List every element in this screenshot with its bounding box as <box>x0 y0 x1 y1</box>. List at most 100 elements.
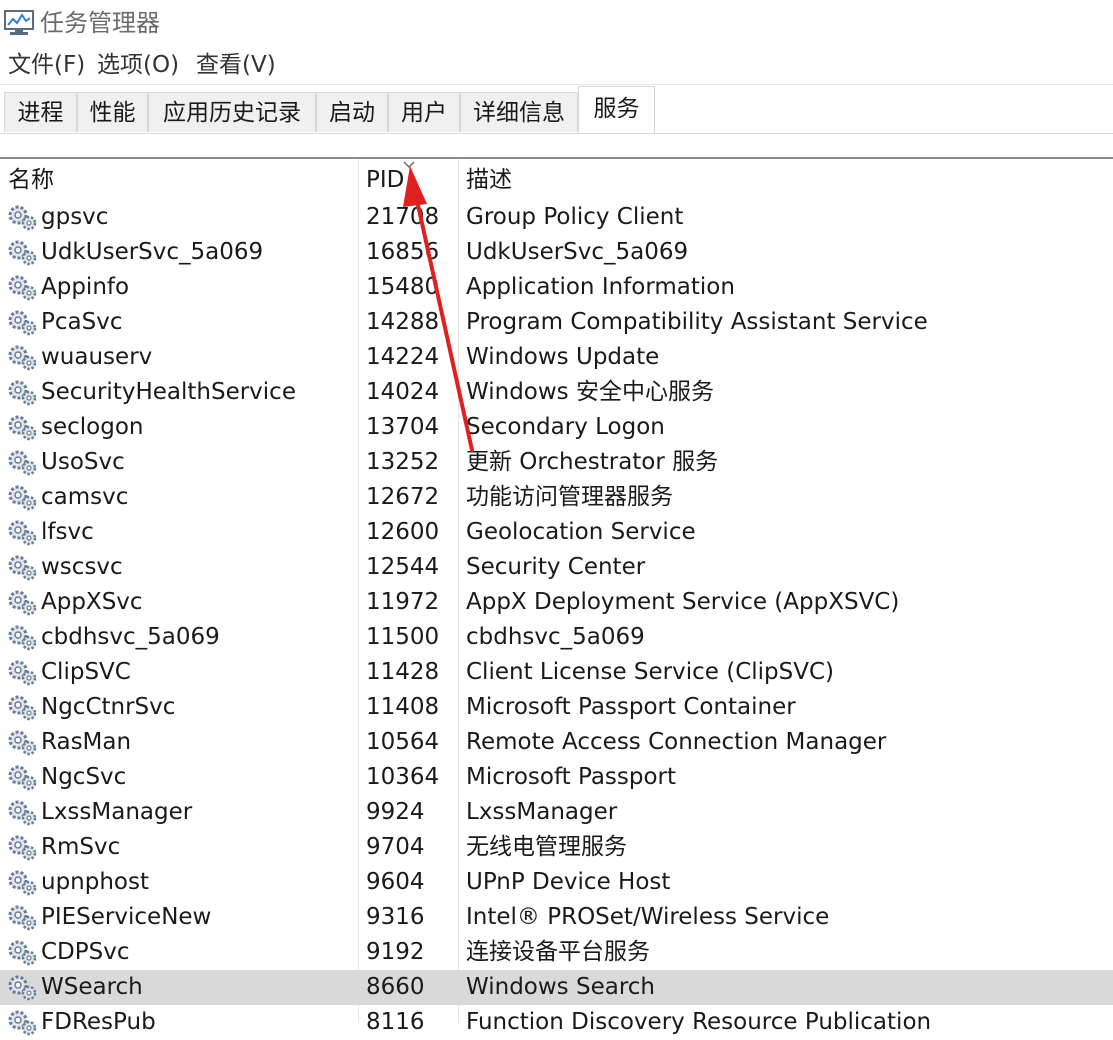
service-pid: 12600 <box>366 519 440 545</box>
tab-app-history[interactable]: 应用历史记录 <box>148 92 316 132</box>
service-pid: 8660 <box>366 974 425 1000</box>
service-pid: 15480 <box>366 274 440 300</box>
service-row[interactable]: NgcCtnrSvc 11408 Microsoft Passport Contai… <box>0 690 1113 725</box>
service-row[interactable]: cbdhsvc_5a069 11500 cbdhsvc_5a069 <box>0 620 1113 655</box>
service-pid: 12672 <box>366 484 440 510</box>
service-description: AppX Deployment Service (AppXSVC) <box>466 589 900 615</box>
service-gear-icon <box>8 1010 37 1036</box>
service-name: LxssManager <box>41 799 193 825</box>
service-pid: 9604 <box>366 869 425 895</box>
service-row[interactable]: wscsvc 12544 Security Center <box>0 550 1113 585</box>
service-description: Client License Service (ClipSVC) <box>466 659 835 685</box>
service-row[interactable]: NgcSvc 10364 Microsoft Passport <box>0 760 1113 795</box>
column-header-name[interactable]: 名称 <box>8 164 54 196</box>
service-name: cbdhsvc_5a069 <box>41 624 220 650</box>
service-description: Microsoft Passport Container <box>466 694 796 720</box>
menu-options[interactable]: 选项(O) <box>97 49 179 81</box>
menu-divider <box>0 84 1113 85</box>
service-row[interactable]: AppXSvc 11972 AppX Deployment Service (App… <box>0 585 1113 620</box>
service-description: 功能访问管理器服务 <box>466 484 673 510</box>
service-row[interactable]: gpsvc 21708 Group Policy Client <box>0 200 1113 235</box>
service-name: AppXSvc <box>41 589 143 615</box>
service-gear-icon <box>8 590 37 616</box>
service-row[interactable]: PIEServiceNew 9316 Intel® PROSet/Wireless … <box>0 900 1113 935</box>
service-description: Windows Update <box>466 344 660 370</box>
service-description: Microsoft Passport <box>466 764 677 790</box>
service-pid: 13704 <box>366 414 440 440</box>
service-pid: 11500 <box>366 624 440 650</box>
service-pid: 13252 <box>366 449 440 475</box>
service-row[interactable]: UdkUserSvc_5a069 16856 UdkUserSvc_5a069 <box>0 235 1113 270</box>
menu-file[interactable]: 文件(F) <box>8 49 85 81</box>
service-description: Program Compatibility Assistant Service <box>466 309 928 335</box>
service-description: Remote Access Connection Manager <box>466 729 887 755</box>
column-header-description[interactable]: 描述 <box>466 164 512 196</box>
service-row[interactable]: PcaSvc 14288 Program Compatibility Assista… <box>0 305 1113 340</box>
header-border <box>0 157 1113 159</box>
service-row[interactable]: CDPSvc 9192 连接设备平台服务 <box>0 935 1113 970</box>
task-manager-icon <box>4 10 34 35</box>
service-name: ClipSVC <box>41 659 131 685</box>
service-row[interactable]: LxssManager 9924 LxssManager <box>0 795 1113 830</box>
service-pid: 11408 <box>366 694 440 720</box>
tab-startup[interactable]: 启动 <box>316 92 388 132</box>
service-pid: 14024 <box>366 379 440 405</box>
service-gear-icon <box>8 870 37 896</box>
service-name: gpsvc <box>41 204 109 230</box>
service-row[interactable]: camsvc 12672 功能访问管理器服务 <box>0 480 1113 515</box>
service-gear-icon <box>8 240 37 266</box>
column-header-pid[interactable]: PID <box>366 164 404 196</box>
service-name: UdkUserSvc_5a069 <box>41 239 264 265</box>
service-name: RmSvc <box>41 834 121 860</box>
service-row[interactable]: RmSvc 9704 无线电管理服务 <box>0 830 1113 865</box>
service-description: Geolocation Service <box>466 519 696 545</box>
service-row[interactable]: SecurityHealthService 14024 Windows 安全中心服务 <box>0 375 1113 410</box>
tab-divider <box>0 133 1113 134</box>
menu-view[interactable]: 查看(V) <box>196 49 276 81</box>
service-name: WSearch <box>41 974 143 1000</box>
tab-details[interactable]: 详细信息 <box>460 92 578 132</box>
menu-bar: 文件(F) 选项(O) 查看(V) <box>0 46 1113 84</box>
service-row[interactable]: WSearch 8660 Windows Search <box>0 970 1113 1005</box>
service-row[interactable]: UsoSvc 13252 更新 Orchestrator 服务 <box>0 445 1113 480</box>
window-title: 任务管理器 <box>40 9 160 37</box>
service-row[interactable]: Appinfo 15480 Application Information <box>0 270 1113 305</box>
service-description: cbdhsvc_5a069 <box>466 624 645 650</box>
service-gear-icon <box>8 205 37 231</box>
service-name: upnphost <box>41 869 150 895</box>
service-gear-icon <box>8 415 37 441</box>
service-pid: 9192 <box>366 939 425 965</box>
service-pid: 12544 <box>366 554 440 580</box>
service-gear-icon <box>8 275 37 301</box>
service-name: NgcCtnrSvc <box>41 694 176 720</box>
service-gear-icon <box>8 975 37 1001</box>
service-pid: 9924 <box>366 799 425 825</box>
service-row[interactable]: lfsvc 12600 Geolocation Service <box>0 515 1113 550</box>
service-row[interactable]: upnphost 9604 UPnP Device Host <box>0 865 1113 900</box>
service-pid: 14224 <box>366 344 440 370</box>
service-pid: 14288 <box>366 309 440 335</box>
service-row[interactable]: wuauserv 14224 Windows Update <box>0 340 1113 375</box>
service-description: Intel® PROSet/Wireless Service <box>466 904 830 930</box>
service-row[interactable]: seclogon 13704 Secondary Logon <box>0 410 1113 445</box>
service-name: camsvc <box>41 484 129 510</box>
service-description: Secondary Logon <box>466 414 665 440</box>
service-gear-icon <box>8 520 37 546</box>
sort-descending-icon <box>403 161 415 168</box>
service-pid: 9316 <box>366 904 425 930</box>
tab-processes[interactable]: 进程 <box>4 92 77 132</box>
service-gear-icon <box>8 345 37 371</box>
service-row[interactable]: ClipSVC 11428 Client License Service (Clip… <box>0 655 1113 690</box>
service-description: 连接设备平台服务 <box>466 939 650 965</box>
service-description: Group Policy Client <box>466 204 684 230</box>
service-name: UsoSvc <box>41 449 125 475</box>
service-row[interactable]: RasMan 10564 Remote Access Connection Mana… <box>0 725 1113 760</box>
service-gear-icon <box>8 310 37 336</box>
service-gear-icon <box>8 450 37 476</box>
tab-performance[interactable]: 性能 <box>77 92 148 132</box>
tab-users[interactable]: 用户 <box>388 92 460 132</box>
service-gear-icon <box>8 835 37 861</box>
service-name: NgcSvc <box>41 764 127 790</box>
tab-services[interactable]: 服务 <box>578 86 655 134</box>
service-gear-icon <box>8 905 37 931</box>
